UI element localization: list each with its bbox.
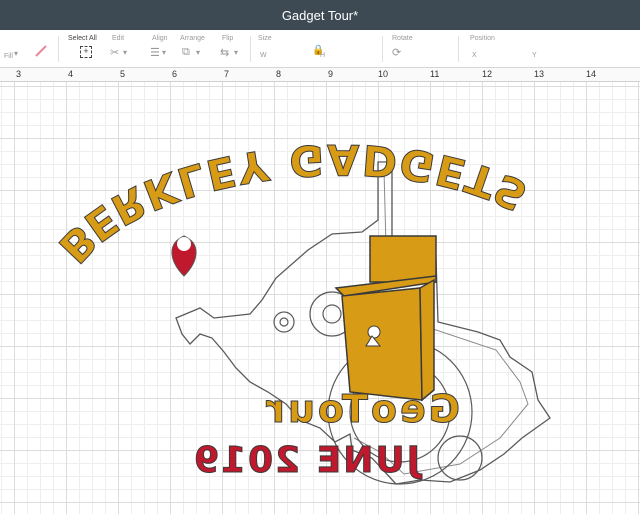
select-all-group[interactable]: Select All + xyxy=(66,30,106,68)
position-x-input[interactable] xyxy=(480,49,520,61)
position-group: Position X Y xyxy=(468,30,588,68)
design-canvas[interactable]: BERKLEY GADGETS GeoTour JUNE 2019 xyxy=(0,82,640,514)
select-all-icon[interactable]: + xyxy=(80,46,92,58)
ruler-tick: 12 xyxy=(482,69,493,79)
box-shape[interactable] xyxy=(334,235,437,402)
flip-label: Flip xyxy=(222,35,234,42)
small-gear-shape[interactable] xyxy=(273,311,295,333)
toolbar-separator xyxy=(58,36,59,62)
ruler-tick: 3 xyxy=(16,69,22,79)
rotate-label: Rotate xyxy=(392,35,413,42)
arrange-label: Arrange xyxy=(180,35,205,42)
geotour-text[interactable]: GeoTour xyxy=(263,387,461,432)
align-dropdown-icon[interactable]: ▾ xyxy=(162,48,166,57)
ruler-tick: 9 xyxy=(328,69,334,79)
arrange-dropdown-icon[interactable]: ▾ xyxy=(196,48,200,57)
arc-title-text[interactable]: BERKLEY GADGETS xyxy=(48,134,538,272)
ruler-tick: 10 xyxy=(378,69,389,79)
ruler-tick: 4 xyxy=(68,69,74,79)
select-all-label: Select All xyxy=(68,35,97,42)
edit-label: Edit xyxy=(112,35,125,42)
edit-dropdown-icon[interactable]: ▾ xyxy=(123,48,127,57)
size-height-input[interactable] xyxy=(328,49,368,61)
scissors-icon[interactable]: ✂ xyxy=(110,46,119,59)
ruler-tick: 6 xyxy=(172,69,178,79)
horizontal-ruler: 3 4 5 6 7 8 9 10 11 12 13 14 xyxy=(0,68,640,82)
rotate-icon[interactable]: ⟳ xyxy=(392,46,401,59)
size-width-label: W xyxy=(260,52,267,59)
fill-dropdown-icon[interactable]: ▾ xyxy=(14,49,18,58)
size-label: Size xyxy=(258,35,272,42)
design-artwork[interactable]: BERKLEY GADGETS GeoTour JUNE 2019 xyxy=(0,82,640,514)
position-label: Position xyxy=(470,35,495,42)
arrange-icon[interactable]: ⧉ xyxy=(182,46,190,59)
align-group[interactable]: Align ☰ ▾ xyxy=(150,30,182,68)
fill-label: Fill xyxy=(4,53,13,60)
edit-group[interactable]: Edit ✂ ▾ xyxy=(110,30,140,68)
flip-icon[interactable]: ⇆ xyxy=(220,46,229,59)
flip-group[interactable]: Flip ⇆ ▾ xyxy=(220,30,248,68)
toolbar-separator xyxy=(458,36,459,62)
rotate-group: Rotate ⟳ xyxy=(390,30,450,68)
align-icon[interactable]: ☰ xyxy=(150,46,160,59)
size-group: Size W 🔒 H xyxy=(256,30,376,68)
arrange-group[interactable]: Arrange ⧉ ▾ xyxy=(180,30,220,68)
ruler-tick: 8 xyxy=(276,69,282,79)
ruler-tick: 13 xyxy=(534,69,545,79)
window-title: Gadget Tour* xyxy=(281,7,359,23)
size-width-input[interactable] xyxy=(268,49,308,61)
ruler-tick: 11 xyxy=(430,69,440,79)
flip-dropdown-icon[interactable]: ▾ xyxy=(234,48,238,57)
align-label: Align xyxy=(152,35,168,42)
map-pin-icon[interactable] xyxy=(171,235,197,277)
date-text[interactable]: JUNE 2019 xyxy=(191,440,423,482)
rotate-input[interactable] xyxy=(408,49,444,61)
window-title-bar: Gadget Tour* xyxy=(0,0,640,30)
ruler-tick: 14 xyxy=(586,69,597,79)
position-x-label: X xyxy=(472,52,477,59)
position-y-input[interactable] xyxy=(540,49,580,61)
ruler-tick: 7 xyxy=(224,69,230,79)
ruler-tick: 5 xyxy=(120,69,126,79)
edit-toolbar: Fill ▾ Select All + Edit ✂ ▾ Align ☰ ▾ A… xyxy=(0,30,640,68)
position-y-label: Y xyxy=(532,52,537,59)
pen-icon[interactable] xyxy=(34,44,48,58)
toolbar-separator xyxy=(250,36,251,62)
toolbar-separator xyxy=(382,36,383,62)
size-height-label: H xyxy=(320,52,326,59)
fill-group[interactable]: Fill ▾ xyxy=(4,30,54,68)
